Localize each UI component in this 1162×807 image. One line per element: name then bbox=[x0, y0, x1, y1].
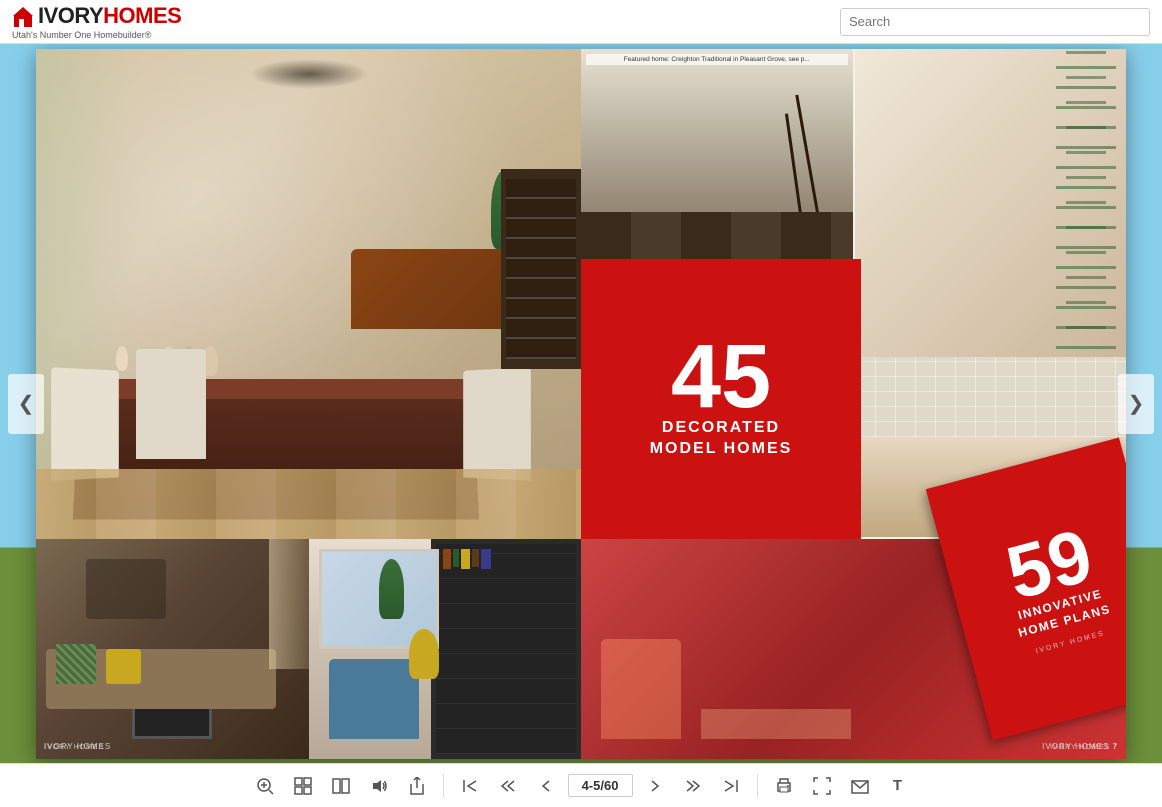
text-button[interactable]: T bbox=[882, 770, 914, 802]
prev-icon bbox=[538, 778, 554, 794]
last-page-icon bbox=[723, 778, 739, 794]
logo-icon bbox=[12, 5, 34, 27]
dining-room-photo bbox=[36, 49, 581, 539]
decorated-model-homes-text: DECORATED MODEL HOMES bbox=[650, 418, 793, 460]
fullscreen-icon bbox=[813, 777, 831, 795]
left-bottom-row: IVORY HOMES bbox=[36, 539, 581, 759]
first-page-icon bbox=[462, 778, 478, 794]
print-icon bbox=[775, 777, 793, 795]
zoom-in-icon bbox=[256, 777, 274, 795]
logo-ivory-text: IVORY bbox=[38, 3, 103, 29]
left-top-image bbox=[36, 49, 581, 539]
logo-tagline: Utah's Number One Homebuilder® bbox=[12, 30, 181, 40]
page-left: IVORY HOMES bbox=[36, 49, 581, 759]
share-icon bbox=[408, 777, 426, 795]
logo-area: IVORY HOMES Utah's Number One Homebuilde… bbox=[12, 3, 181, 40]
page-right: Featured home: Creighton Traditional in … bbox=[581, 49, 1126, 759]
footer-toolbar: 4-5/60 bbox=[0, 763, 1162, 807]
skip-forward-button[interactable] bbox=[677, 770, 709, 802]
next-page-arrow[interactable]: ❯ bbox=[1118, 374, 1154, 434]
sound-button[interactable] bbox=[363, 770, 395, 802]
first-page-button[interactable] bbox=[454, 770, 486, 802]
bookcase-room-photo bbox=[309, 539, 582, 759]
prev-button[interactable] bbox=[530, 770, 562, 802]
number-45: 45 bbox=[671, 337, 771, 418]
email-icon bbox=[851, 777, 869, 795]
last-page-button[interactable] bbox=[715, 770, 747, 802]
overlay-45-decorated: 45 DECORATED MODEL HOMES bbox=[581, 259, 861, 539]
top-caption: Featured home: Creighton Traditional in … bbox=[586, 54, 848, 65]
header: IVORY HOMES Utah's Number One Homebuilde… bbox=[0, 0, 1162, 44]
skip-back-button[interactable] bbox=[492, 770, 524, 802]
grid-view-button[interactable] bbox=[287, 770, 319, 802]
hallway-photo: Featured home: Creighton Traditional in … bbox=[581, 49, 853, 292]
book-container: IVORY HOMES bbox=[36, 49, 1126, 759]
content-area: ❮ bbox=[0, 44, 1162, 763]
zoom-in-button[interactable] bbox=[249, 770, 281, 802]
next-button[interactable] bbox=[639, 770, 671, 802]
separator-1 bbox=[443, 774, 444, 798]
prev-page-arrow[interactable]: ❮ bbox=[8, 374, 44, 434]
email-button[interactable] bbox=[844, 770, 876, 802]
logo-homes-text: HOMES bbox=[103, 3, 181, 29]
grid-icon bbox=[294, 777, 312, 795]
page-indicator: 4-5/60 bbox=[568, 774, 633, 797]
sound-icon bbox=[370, 777, 388, 795]
skip-forward-icon bbox=[685, 778, 701, 794]
book-icon bbox=[332, 777, 350, 795]
share-button[interactable] bbox=[401, 770, 433, 802]
text-icon: T bbox=[893, 777, 902, 794]
fullscreen-button[interactable] bbox=[806, 770, 838, 802]
print-button[interactable] bbox=[768, 770, 800, 802]
book-view-button[interactable] bbox=[325, 770, 357, 802]
separator-2 bbox=[757, 774, 758, 798]
search-input[interactable] bbox=[840, 8, 1150, 36]
next-icon bbox=[647, 778, 663, 794]
logo: IVORY HOMES bbox=[12, 3, 181, 29]
skip-back-icon bbox=[500, 778, 516, 794]
fireplace-living-room-photo: IVORY HOMES bbox=[36, 539, 309, 759]
